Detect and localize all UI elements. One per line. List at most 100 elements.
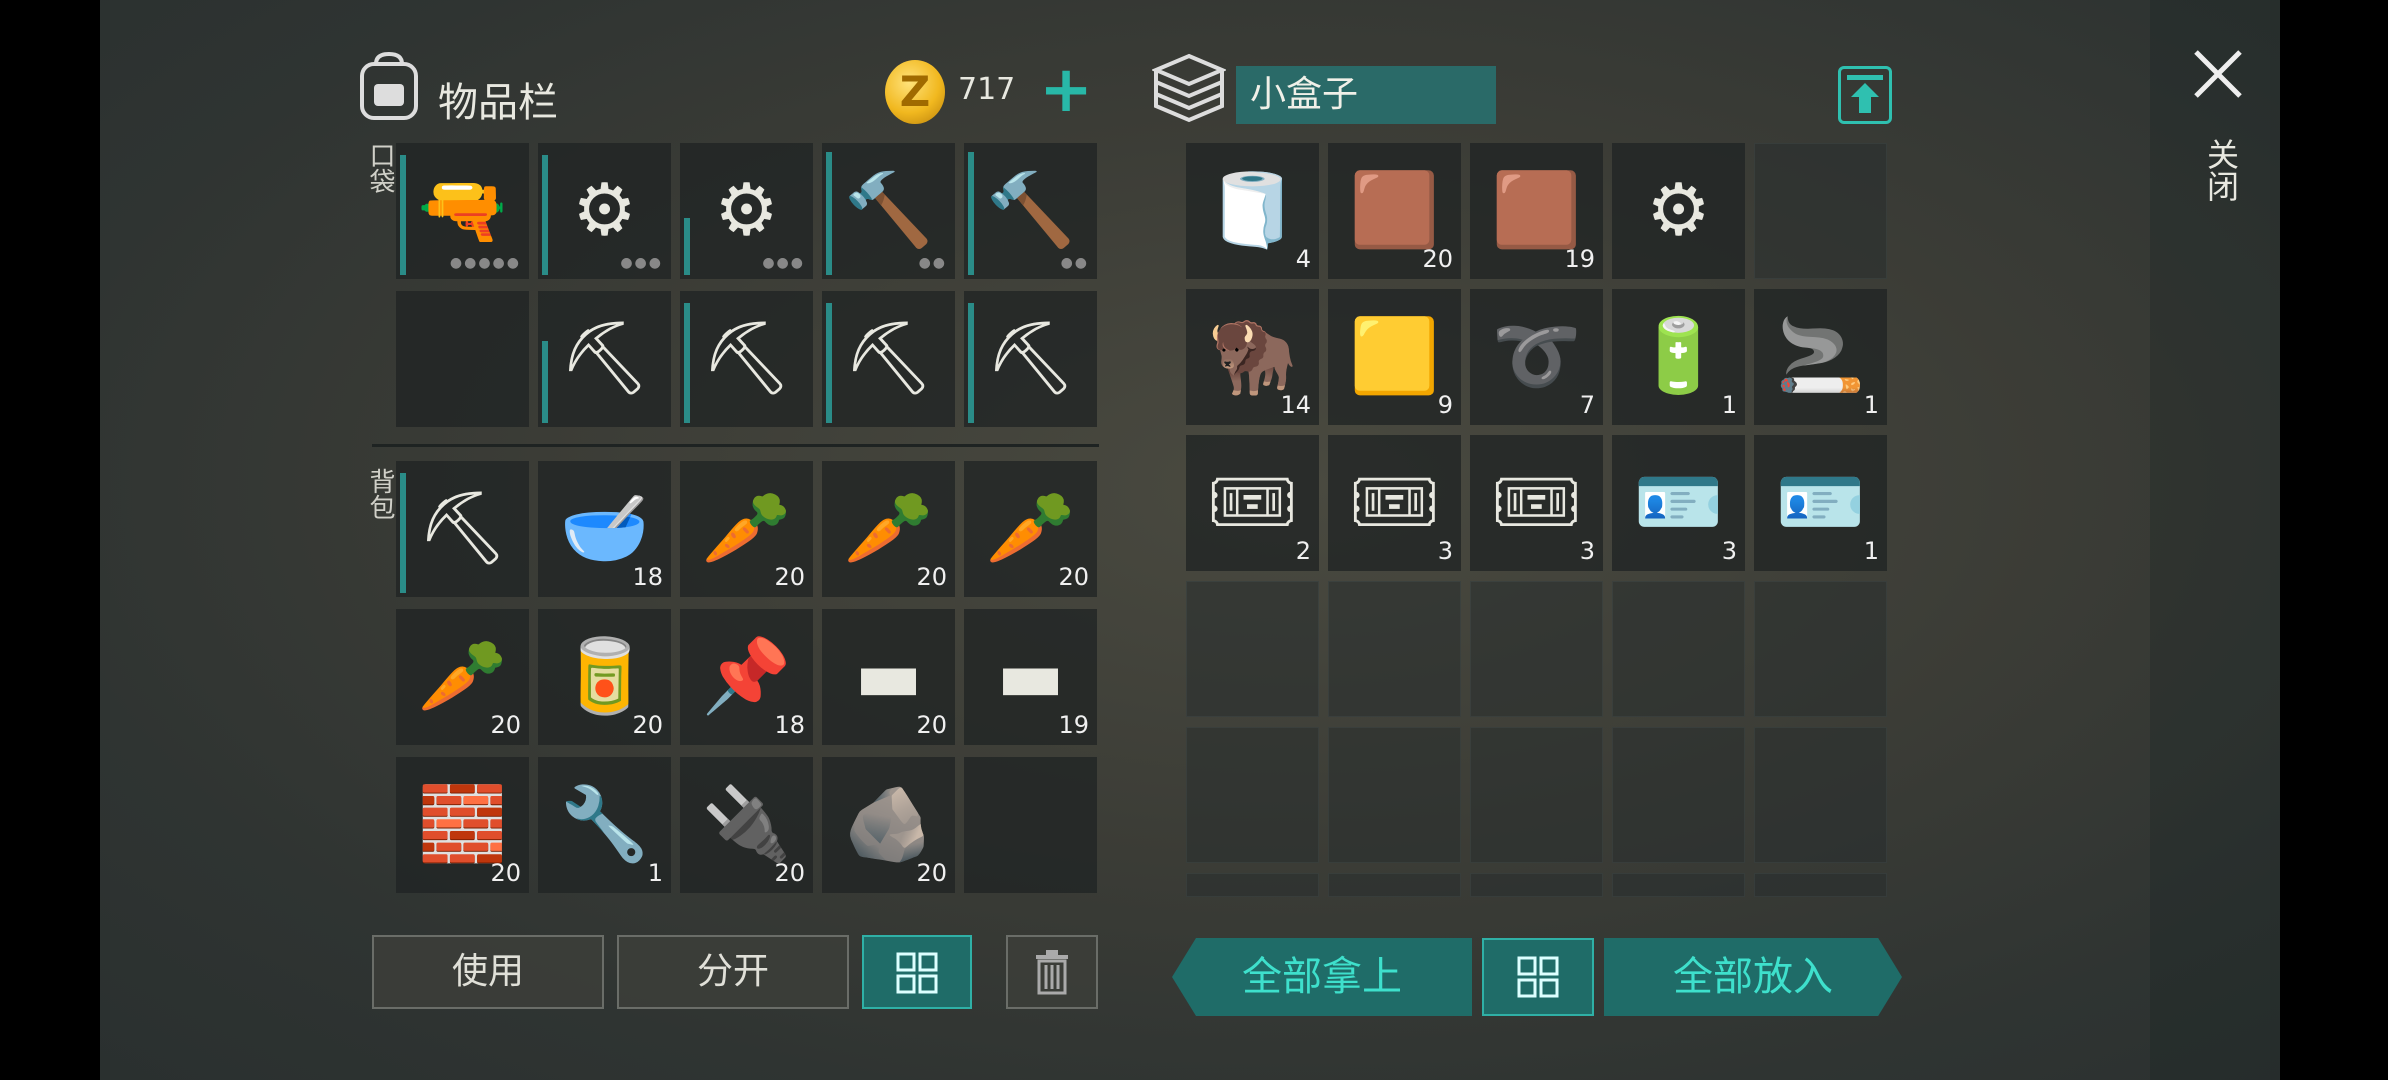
item-slot[interactable]: 🟫 19 (1470, 143, 1603, 279)
hide-icon: 🦬 (1207, 313, 1298, 398)
carrot-icon: 🥕 (701, 485, 792, 570)
durability-bar (968, 152, 974, 275)
empty-slot[interactable] (396, 291, 529, 427)
empty-slot[interactable] (1328, 581, 1461, 717)
empty-slot[interactable] (1186, 581, 1319, 717)
item-count: 20 (916, 859, 947, 887)
add-coins-button[interactable]: + (1038, 58, 1094, 122)
item-count: 1 (1721, 391, 1737, 419)
item-slot[interactable]: 📌 18 (680, 609, 813, 745)
empty-slot[interactable] (964, 757, 1097, 893)
close-icon[interactable] (2188, 44, 2248, 104)
item-slot[interactable]: ⛏ (538, 291, 671, 427)
item-slot[interactable]: 🧻 4 (1186, 143, 1319, 279)
item-slot[interactable]: 🔫 ●●●●● (396, 143, 529, 279)
item-slot[interactable]: ➰ 7 (1470, 289, 1603, 425)
item-slot[interactable]: 🔨 ●● (822, 143, 955, 279)
durability-bar (542, 155, 548, 275)
item-count: 20 (490, 711, 521, 739)
cigarettes-icon: 🚬 (1775, 313, 1866, 398)
durability-bar (400, 473, 406, 593)
item-slot[interactable]: 🥕 20 (822, 461, 955, 597)
item-slot[interactable]: 🦬 14 (1186, 289, 1319, 425)
item-slot[interactable]: 🥕 20 (396, 609, 529, 745)
empty-slot[interactable] (1612, 873, 1745, 897)
item-slot[interactable]: ▬ 19 (964, 609, 1097, 745)
canned-food-icon: 🥫 (559, 633, 650, 718)
item-slot[interactable]: 🎟 3 (1470, 435, 1603, 571)
empty-slot[interactable] (1612, 581, 1745, 717)
item-slot[interactable]: ⛏ (964, 291, 1097, 427)
sort-box-button[interactable] (1482, 938, 1594, 1016)
stew-bowl-icon: 🥣 (559, 485, 650, 570)
item-count: 19 (1058, 711, 1089, 739)
take-all-button[interactable]: 全部拿上 (1172, 938, 1472, 1016)
item-count: 19 (1564, 245, 1595, 273)
close-label[interactable]: 关闭 (2198, 138, 2244, 202)
empty-slot[interactable] (1754, 873, 1887, 897)
item-slot[interactable]: 🪪 1 (1754, 435, 1887, 571)
item-slot[interactable]: ⛏ (680, 291, 813, 427)
carrot-icon: 🥕 (985, 485, 1076, 570)
item-count: 20 (1058, 563, 1089, 591)
item-slot[interactable]: 🟨 9 (1328, 289, 1461, 425)
pickaxe-icon: ⛏ (842, 315, 935, 400)
item-slot[interactable]: 🟫 20 (1328, 143, 1461, 279)
item-slot[interactable]: ▬ 20 (822, 609, 955, 745)
empty-slot[interactable] (1470, 581, 1603, 717)
durability-bar (542, 341, 548, 423)
empty-slot[interactable] (1328, 727, 1461, 863)
empty-slot[interactable] (1186, 727, 1319, 863)
item-slot[interactable]: ⛏ (822, 291, 955, 427)
rope-icon: ➰ (1491, 313, 1582, 398)
item-slot[interactable]: ⛏ (396, 461, 529, 597)
grid-icon (1517, 956, 1559, 998)
box-name-field[interactable]: 小盒子 (1236, 66, 1496, 124)
item-count: 14 (1280, 391, 1311, 419)
empty-slot[interactable] (1470, 873, 1603, 897)
split-button[interactable]: 分开 (617, 935, 849, 1009)
empty-slot[interactable] (1328, 873, 1461, 897)
item-slot[interactable]: 🔨 ●● (964, 143, 1097, 279)
leather-icon: 🟫 (1491, 167, 1582, 252)
item-slot[interactable]: 🥕 20 (964, 461, 1097, 597)
empty-slot[interactable] (1186, 873, 1319, 897)
empty-slot[interactable] (1754, 581, 1887, 717)
trash-button[interactable] (1006, 935, 1098, 1009)
empty-slot[interactable] (1754, 143, 1887, 279)
item-slot[interactable]: ⚙ ●●● (680, 143, 813, 279)
item-slot[interactable]: 🥣 18 (538, 461, 671, 597)
empty-slot[interactable] (1470, 727, 1603, 863)
empty-slot[interactable] (1754, 727, 1887, 863)
item-slot[interactable]: 🎟 3 (1328, 435, 1461, 571)
use-button[interactable]: 使用 (372, 935, 604, 1009)
item-slot[interactable]: 🧱 20 (396, 757, 529, 893)
tire-icon: ⚙ (1646, 167, 1711, 252)
sort-inventory-button[interactable] (862, 935, 972, 1009)
item-slot[interactable]: 🥫 20 (538, 609, 671, 745)
coin-balance: 717 (958, 72, 1016, 107)
carrot-icon: 🥕 (417, 633, 508, 718)
ammo-dots: ●● (918, 255, 947, 271)
item-count: 20 (774, 859, 805, 887)
item-count: 20 (916, 563, 947, 591)
durability-bar (968, 303, 974, 423)
item-slot[interactable]: 🚬 1 (1754, 289, 1887, 425)
empty-slot[interactable] (1612, 727, 1745, 863)
durability-bar (684, 303, 690, 423)
item-count: 7 (1579, 391, 1595, 419)
item-slot[interactable]: 🎟 2 (1186, 435, 1319, 571)
put-all-button[interactable]: 全部放入 (1604, 938, 1902, 1016)
upload-button[interactable] (1838, 66, 1892, 124)
item-count: 2 (1295, 537, 1311, 565)
item-slot[interactable]: ⚙ (1612, 143, 1745, 279)
box-icon (1152, 53, 1226, 123)
item-slot[interactable]: 🪨 20 (822, 757, 955, 893)
item-slot[interactable]: 🪪 3 (1612, 435, 1745, 571)
item-slot[interactable]: 🔌 20 (680, 757, 813, 893)
item-slot[interactable]: 🔋 1 (1612, 289, 1745, 425)
item-count: 3 (1721, 537, 1737, 565)
item-slot[interactable]: ⚙ ●●● (538, 143, 671, 279)
item-slot[interactable]: 🥕 20 (680, 461, 813, 597)
item-slot[interactable]: 🔧 1 (538, 757, 671, 893)
